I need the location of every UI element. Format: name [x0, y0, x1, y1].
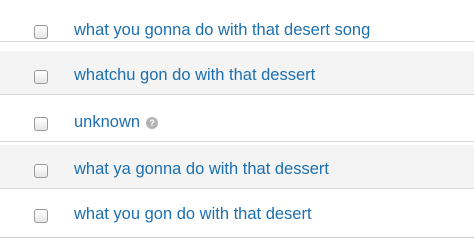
- item-checkbox[interactable]: [34, 70, 48, 84]
- item-label[interactable]: what you gon do with that desert: [74, 204, 312, 224]
- item-checkbox[interactable]: [34, 164, 48, 178]
- help-icon[interactable]: ?: [146, 117, 159, 129]
- item-checkbox[interactable]: [34, 25, 48, 39]
- suggestion-list: what you gonna do with that desert song …: [0, 0, 474, 248]
- item-checkbox[interactable]: [34, 209, 48, 223]
- list-item: whatchu gon do with that dessert: [0, 51, 474, 95]
- list-item: what you gon do with that desert: [0, 192, 474, 238]
- item-label[interactable]: unknown?: [74, 112, 159, 132]
- item-label-text: unknown: [74, 113, 141, 131]
- item-label[interactable]: what ya gonna do with that dessert: [74, 159, 329, 179]
- item-label[interactable]: what you gonna do with that desert song: [74, 20, 370, 40]
- list-item: what ya gonna do with that dessert: [0, 145, 474, 189]
- list-item: unknown?: [0, 98, 474, 142]
- item-checkbox[interactable]: [34, 117, 48, 131]
- list-item: what you gonna do with that desert song: [0, 0, 474, 42]
- item-label[interactable]: whatchu gon do with that dessert: [74, 65, 315, 85]
